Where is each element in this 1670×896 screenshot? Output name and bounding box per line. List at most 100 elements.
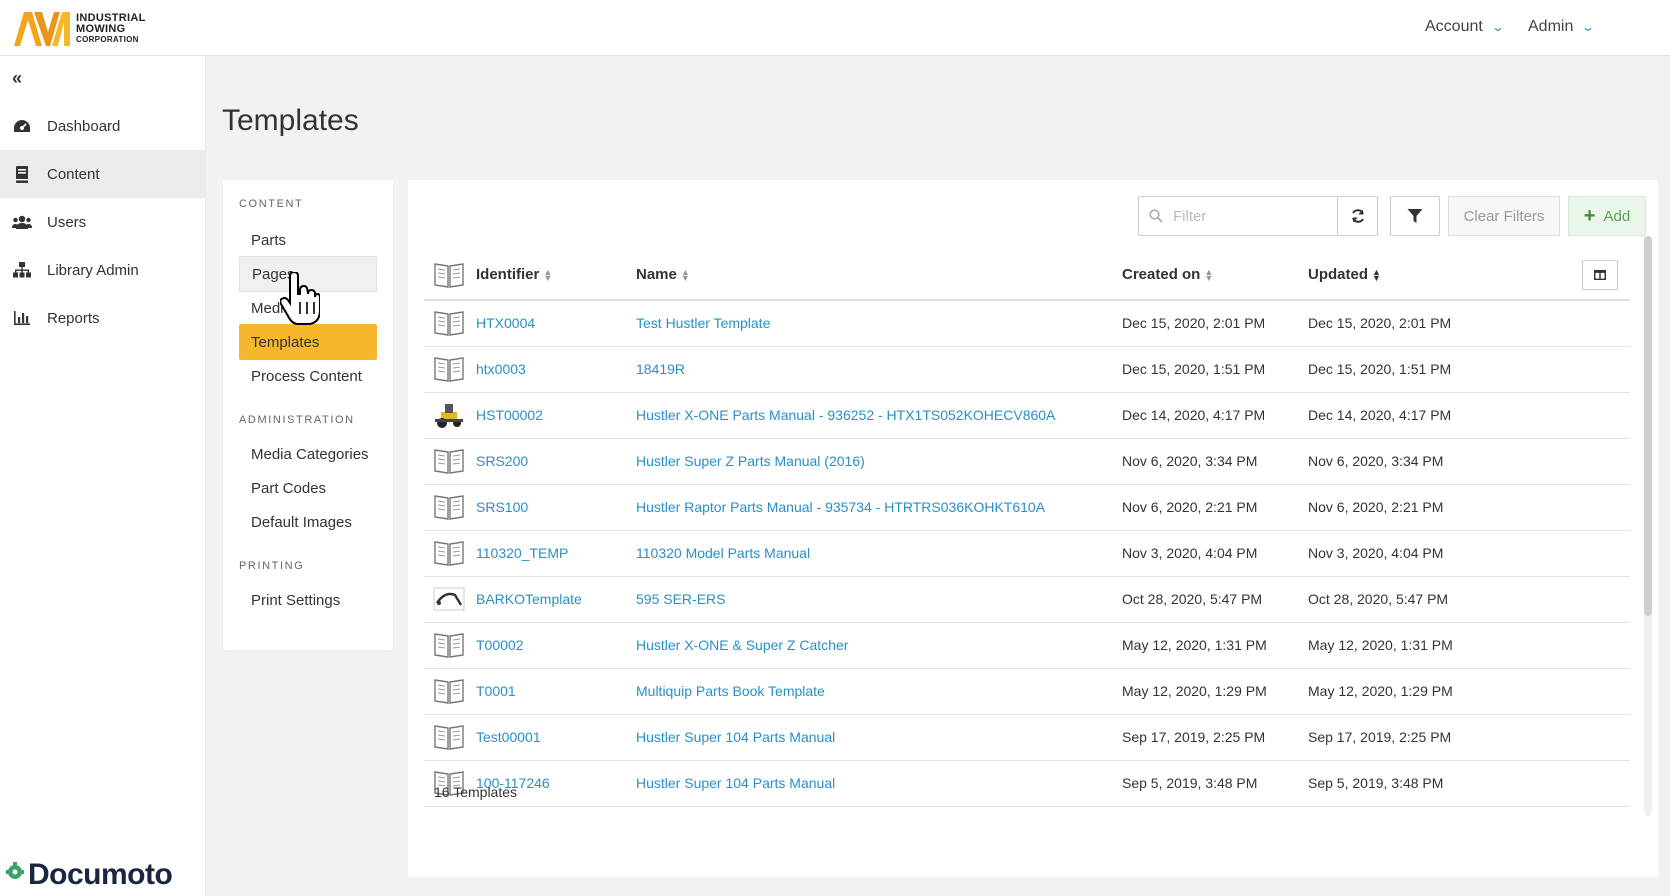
table-row[interactable]: htx0003 18419R Dec 15, 2020, 1:51 PM Dec 15… xyxy=(424,346,1630,393)
name-link[interactable]: Hustler X-ONE & Super Z Catcher xyxy=(636,622,1122,669)
table-toolbar: Clear Filters + Add xyxy=(1138,196,1646,236)
submenu-item-process-content[interactable]: Process Content xyxy=(239,358,377,394)
identifier-link[interactable]: BARKOTemplate xyxy=(476,576,636,623)
submenu-item-part-codes[interactable]: Part Codes xyxy=(239,470,377,506)
refresh-button[interactable] xyxy=(1338,196,1378,236)
identifier-link[interactable]: T00002 xyxy=(476,622,636,669)
identifier-link[interactable]: HST00002 xyxy=(476,392,636,439)
table-row[interactable]: T00002 Hustler X-ONE & Super Z Catcher May… xyxy=(424,622,1630,669)
thumbnail-cell xyxy=(424,622,476,669)
record-count: 16 Templates xyxy=(434,784,518,800)
sidebar-item-reports[interactable]: Reports xyxy=(0,294,206,342)
column-header-created-on[interactable]: Created on ▲ ▼ xyxy=(1122,250,1308,301)
submenu-item-default-images[interactable]: Default Images xyxy=(239,504,377,540)
name-link[interactable]: Hustler Super Z Parts Manual (2016) xyxy=(636,438,1122,485)
submenu-heading-content: CONTENT xyxy=(239,198,304,210)
identifier-link[interactable]: HTX0004 xyxy=(476,300,636,347)
identifier-link[interactable]: SRS100 xyxy=(476,484,636,531)
column-settings-cell xyxy=(1494,250,1630,301)
table-scrollbar[interactable] xyxy=(1644,236,1652,816)
table-row[interactable]: T0001 Multiquip Parts Book Template May 12… xyxy=(424,668,1630,715)
column-header-name[interactable]: Name ▲ ▼ xyxy=(636,250,1122,301)
identifier-link[interactable]: 110320_TEMP xyxy=(476,530,636,577)
filter-field[interactable] xyxy=(1138,196,1338,236)
name-link[interactable]: Hustler X-ONE Parts Manual - 936252 - HT… xyxy=(636,392,1122,439)
name-link[interactable]: 18419R xyxy=(636,346,1122,393)
company-logo-mark xyxy=(14,12,70,46)
gear-icon xyxy=(6,862,24,879)
table-row[interactable]: HST00002 Hustler X-ONE Parts Manual - 936… xyxy=(424,392,1630,439)
sidebar-item-users[interactable]: Users xyxy=(0,198,206,246)
updated-cell: Dec 14, 2020, 4:17 PM xyxy=(1308,392,1494,439)
created-on-cell: Sep 5, 2019, 3:48 PM xyxy=(1122,760,1308,807)
column-header-updated[interactable]: Updated ▲ ▼ xyxy=(1308,250,1494,301)
templates-panel: Clear Filters + Add Identifier▲▼ Name▲▼ … xyxy=(408,180,1658,877)
submenu-item-media-categories[interactable]: Media Categories xyxy=(239,436,377,472)
table-row[interactable]: 110320_TEMP 110320 Model Parts Manual Nov … xyxy=(424,530,1630,577)
filter-input[interactable] xyxy=(1173,207,1323,225)
identifier-link[interactable]: T0001 xyxy=(476,668,636,715)
table-row[interactable]: SRS100 Hustler Raptor Parts Manual - 9357… xyxy=(424,484,1630,531)
name-link[interactable]: Hustler Super 104 Parts Manual xyxy=(636,760,1122,807)
name-link[interactable]: Hustler Super 104 Parts Manual xyxy=(636,714,1122,761)
empty-cell xyxy=(1494,346,1630,393)
columns-icon xyxy=(1594,269,1606,280)
submenu-item-templates[interactable]: Templates xyxy=(239,324,377,360)
table-row[interactable]: BARKOTemplate 595 SER-ERS Oct 28, 2020, 5:… xyxy=(424,576,1630,623)
bar-chart-icon xyxy=(12,308,32,328)
account-menu[interactable]: Account ⌄ xyxy=(1425,18,1505,36)
left-sidebar: « Dashboard Content Users Library Admin … xyxy=(0,56,206,896)
table-row[interactable]: HTX0004 Test Hustler Template Dec 15, 2020… xyxy=(424,300,1630,347)
clear-filters-button[interactable]: Clear Filters xyxy=(1448,196,1560,236)
thumbnail-cell xyxy=(424,438,476,485)
thumbnail-cell xyxy=(424,392,476,439)
created-on-cell: Oct 28, 2020, 5:47 PM xyxy=(1122,576,1308,623)
name-link[interactable]: Hustler Raptor Parts Manual - 935734 - H… xyxy=(636,484,1122,531)
identifier-link[interactable]: htx0003 xyxy=(476,346,636,393)
templates-table: Identifier ▲ ▼ Name ▲ ▼ Created on ▲ ▼ Updated… xyxy=(424,250,1630,807)
sitemap-icon xyxy=(12,260,32,280)
updated-cell: Nov 6, 2020, 2:21 PM xyxy=(1308,484,1494,531)
refresh-icon xyxy=(1351,209,1364,223)
account-menu-label: Account xyxy=(1425,18,1483,35)
table-row[interactable]: 100-117246 Hustler Super 104 Parts Manual… xyxy=(424,760,1630,807)
empty-cell xyxy=(1494,668,1630,715)
sidebar-item-content[interactable]: Content xyxy=(0,150,206,198)
name-link[interactable]: 595 SER-ERS xyxy=(636,576,1122,623)
empty-cell xyxy=(1494,438,1630,485)
book-icon xyxy=(432,446,466,476)
sidebar-item-dashboard[interactable]: Dashboard xyxy=(0,102,206,150)
sidebar-item-library-admin[interactable]: Library Admin xyxy=(0,246,206,294)
admin-menu-label: Admin xyxy=(1528,18,1574,35)
top-header: INDUSTRIAL MOWING CORPORATION Account ⌄ … xyxy=(0,0,1670,56)
name-link[interactable]: 110320 Model Parts Manual xyxy=(636,530,1122,577)
table-row[interactable]: Test00001 Hustler Super 104 Parts Manual S… xyxy=(424,714,1630,761)
empty-cell xyxy=(1494,530,1630,577)
updated-cell: Sep 17, 2019, 2:25 PM xyxy=(1308,714,1494,761)
identifier-link[interactable]: SRS200 xyxy=(476,438,636,485)
filter-toggle-button[interactable] xyxy=(1390,196,1440,236)
name-link[interactable]: Test Hustler Template xyxy=(636,300,1122,347)
submenu-item-print-settings[interactable]: Print Settings xyxy=(239,582,377,618)
submenu-item-parts[interactable]: Parts xyxy=(239,222,377,258)
empty-cell xyxy=(1494,714,1630,761)
sort-icon: ▲ ▼ xyxy=(1372,267,1381,284)
identifier-link[interactable]: Test00001 xyxy=(476,714,636,761)
table-header-row: Identifier ▲ ▼ Name ▲ ▼ Created on ▲ ▼ Updated… xyxy=(424,250,1630,301)
name-link[interactable]: Multiquip Parts Book Template xyxy=(636,668,1122,715)
add-button[interactable]: + Add xyxy=(1568,196,1646,236)
collapse-sidebar-icon[interactable]: « xyxy=(12,68,22,89)
thumbnail-cell xyxy=(424,530,476,577)
column-settings-button[interactable] xyxy=(1582,259,1618,290)
created-on-cell: Dec 15, 2020, 1:51 PM xyxy=(1122,346,1308,393)
scrollbar-thumb[interactable] xyxy=(1644,236,1652,616)
created-on-cell: Sep 17, 2019, 2:25 PM xyxy=(1122,714,1308,761)
created-on-cell: Nov 6, 2020, 3:34 PM xyxy=(1122,438,1308,485)
admin-menu[interactable]: Admin ⌄ xyxy=(1528,18,1595,36)
table-row[interactable]: SRS200 Hustler Super Z Parts Manual (2016… xyxy=(424,438,1630,485)
company-logo[interactable]: INDUSTRIAL MOWING CORPORATION xyxy=(12,8,146,48)
company-name: INDUSTRIAL MOWING CORPORATION xyxy=(76,11,146,44)
column-header-identifier[interactable]: Identifier ▲ ▼ xyxy=(476,250,636,301)
add-button-label: Add xyxy=(1603,207,1631,225)
thumbnail-cell xyxy=(424,300,476,347)
